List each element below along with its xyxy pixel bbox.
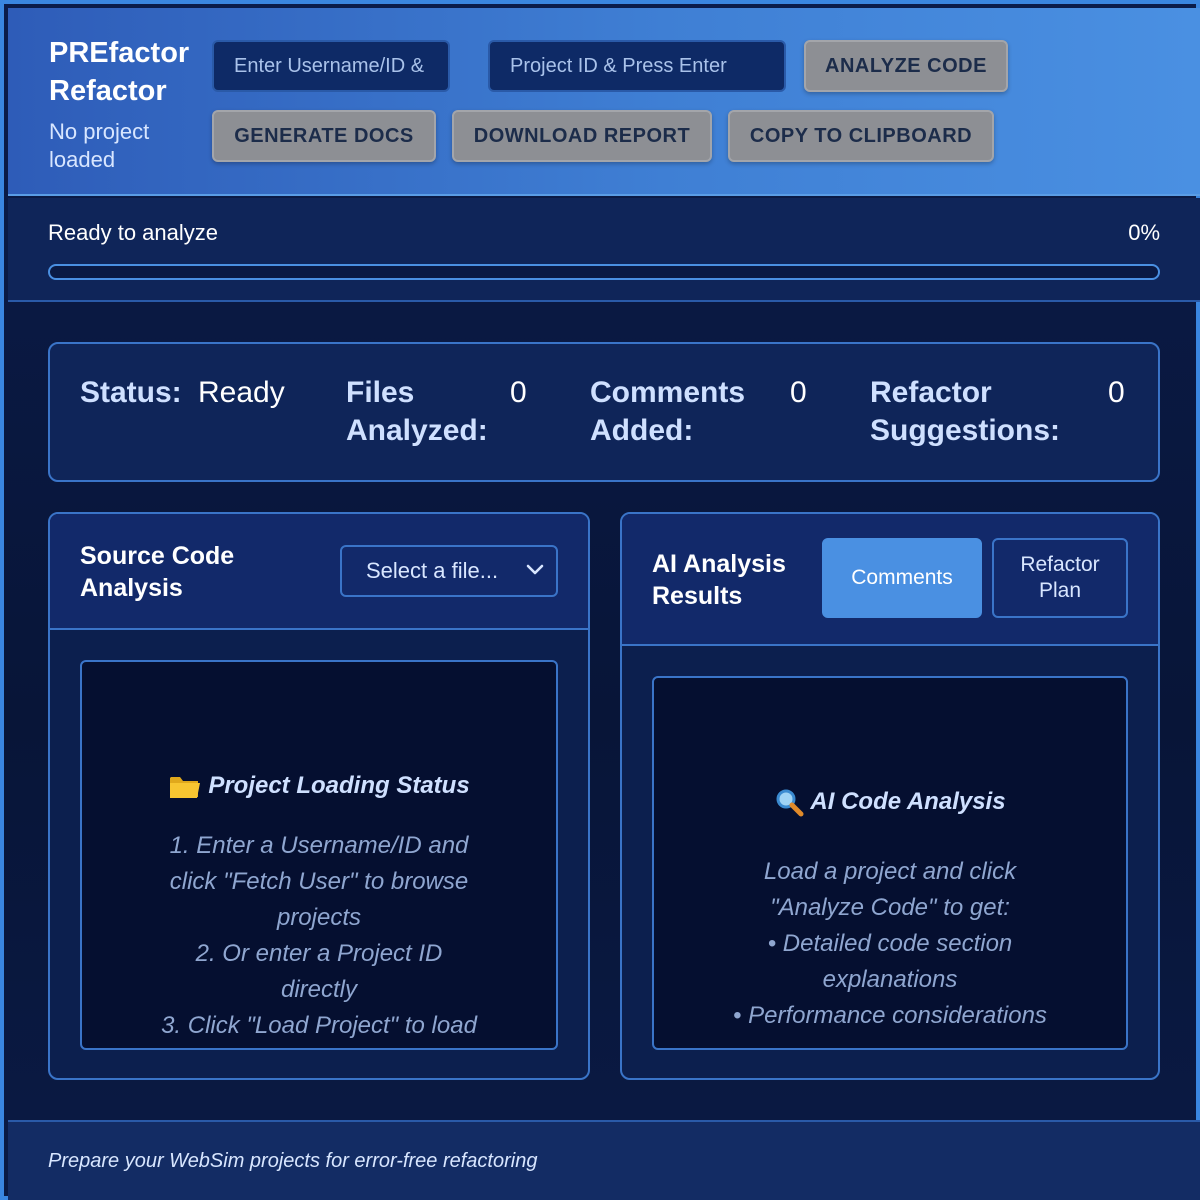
analysis-info-line: • Performance considerations xyxy=(733,1002,1047,1029)
refactor-suggestions-value: 0 xyxy=(1108,376,1125,409)
tab-refactor-plan[interactable]: Refactor Plan xyxy=(992,538,1128,618)
progress-percent: 0% xyxy=(1128,220,1160,245)
progress-label: Ready to analyze xyxy=(48,220,218,245)
project-status-subtitle: No project loaded xyxy=(49,119,150,172)
instruction-line: 2. Or enter a Project ID xyxy=(195,940,443,967)
app-frame: PREfactor Refactor No project loaded ANA… xyxy=(0,0,1200,1200)
ai-analysis-heading-text: AI Code Analysis xyxy=(810,788,1006,815)
app-footer: Prepare your WebSim projects for error-f… xyxy=(8,1120,1200,1200)
source-code-panel: Source Code Analysis Select a file... Pr… xyxy=(48,512,590,1080)
app-header: PREfactor Refactor No project loaded ANA… xyxy=(8,8,1200,196)
instruction-line: directly xyxy=(280,976,358,1003)
instruction-line: click "Fetch User" to browse xyxy=(169,868,469,895)
app-title: PREfactor Refactor xyxy=(49,37,190,107)
comments-added-label: Comments Added: xyxy=(590,376,746,447)
file-select-value: Select a file... xyxy=(366,558,499,583)
files-analyzed-label: Files Analyzed: xyxy=(346,376,488,447)
status-value: Ready xyxy=(198,376,285,409)
analysis-panel-header: AI Analysis Results Comments Refactor Pl… xyxy=(622,514,1158,646)
progress-section: Ready to analyze 0% xyxy=(8,198,1200,302)
project-id-input[interactable] xyxy=(488,40,786,92)
tab-comments[interactable]: Comments xyxy=(822,538,982,618)
folder-icon xyxy=(170,777,201,798)
chevron-down-icon xyxy=(526,564,544,575)
source-panel-header: Source Code Analysis Select a file... xyxy=(50,514,588,630)
magnifier-icon xyxy=(776,789,804,817)
files-analyzed-value: 0 xyxy=(510,376,527,409)
analysis-info-line: "Analyze Code" to get: xyxy=(770,894,1010,921)
ai-analysis-panel: AI Analysis Results Comments Refactor Pl… xyxy=(620,512,1160,1080)
analyze-code-button[interactable]: ANALYZE CODE xyxy=(804,40,1008,92)
analysis-panel-title: AI Analysis Results xyxy=(652,550,786,610)
stats-card: Status: Ready Files Analyzed: 0 Comments… xyxy=(48,342,1160,482)
ai-analysis-heading: AI Code Analysis xyxy=(654,786,1126,818)
copy-to-clipboard-button[interactable]: COPY TO CLIPBOARD xyxy=(728,110,994,162)
source-panel-title: Source Code Analysis xyxy=(80,542,235,602)
status-label: Status: xyxy=(80,376,182,409)
instruction-line: 3. Click "Load Project" to load xyxy=(161,1012,477,1039)
analysis-info-line: Load a project and click xyxy=(763,858,1017,885)
refactor-suggestions-label: Refactor Suggestions: xyxy=(870,376,1061,447)
progress-bar xyxy=(48,264,1160,280)
download-report-button[interactable]: DOWNLOAD REPORT xyxy=(452,110,712,162)
project-loading-heading: Project Loading Status xyxy=(82,770,556,802)
generate-docs-button[interactable]: GENERATE DOCS xyxy=(212,110,436,162)
analysis-info-line: explanations xyxy=(822,966,958,993)
file-select[interactable]: Select a file... xyxy=(340,545,558,597)
project-loading-status-box: Project Loading Status 1. Enter a Userna… xyxy=(80,660,558,1050)
ai-code-analysis-box: AI Code Analysis Load a project and clic… xyxy=(652,676,1128,1050)
analysis-info-line: • Detailed code section xyxy=(767,930,1013,957)
comments-added-value: 0 xyxy=(790,376,807,409)
project-loading-heading-text: Project Loading Status xyxy=(208,772,470,799)
instruction-line: projects xyxy=(276,904,362,931)
footer-tagline: Prepare your WebSim projects for error-f… xyxy=(48,1150,538,1172)
username-input[interactable] xyxy=(212,40,450,92)
instruction-line: 1. Enter a Username/ID and xyxy=(169,832,469,859)
